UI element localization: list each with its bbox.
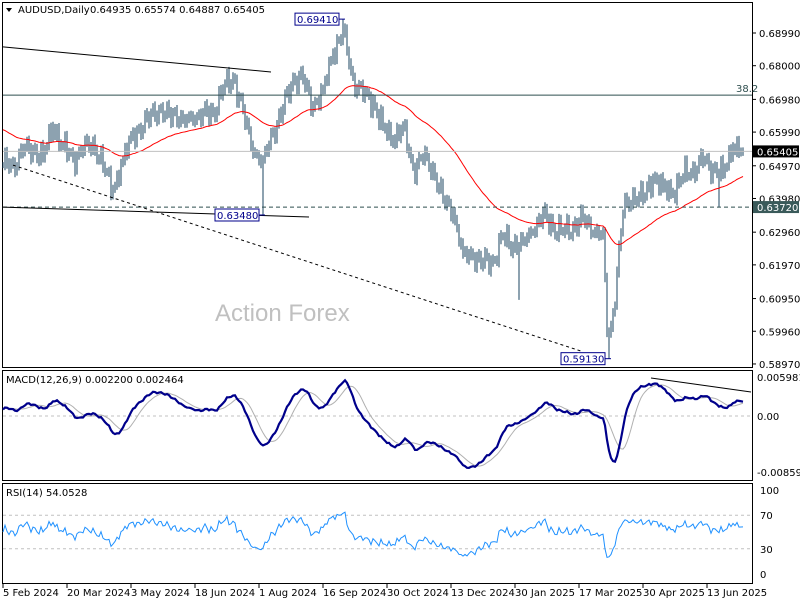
date-axis-label: 16 Sep 2024 — [323, 588, 386, 599]
date-axis-label: 20 Mar 2024 — [67, 588, 130, 599]
date-axis-label: 13 Jun 2025 — [707, 588, 767, 599]
symbol-title: AUDUSD,Daily — [18, 5, 90, 16]
price-axis-label: 0.65990 — [759, 128, 800, 139]
date-axis-label: 30 Jan 2025 — [515, 588, 575, 599]
price-marker-label: 0.63720 — [757, 203, 798, 214]
price-annotation-label: 0.59130 — [563, 355, 604, 366]
date-axis-label: 13 Dec 2024 — [451, 588, 515, 599]
price-annotation-label: 0.69410 — [297, 15, 338, 26]
price-axis-label: 0.66980 — [759, 95, 800, 106]
rsi-axis-label: 0 — [760, 570, 766, 581]
price-axis-label: 0.68990 — [759, 29, 800, 40]
price-axis-label: 0.58970 — [759, 360, 800, 371]
date-axis-label: 18 Jun 2024 — [195, 588, 255, 599]
rsi-title: RSI(14) 54.0528 — [6, 488, 87, 499]
price-axis-label: 0.62960 — [759, 228, 800, 239]
watermark: Action Forex — [215, 300, 350, 327]
rsi-axis-label: 70 — [760, 511, 773, 522]
background — [0, 0, 800, 600]
macd-axis-label: 0.00 — [757, 412, 779, 423]
date-axis-label: 3 May 2024 — [131, 588, 190, 599]
price-axis-label: 0.59960 — [759, 327, 800, 338]
price-axis-label: 0.64970 — [759, 162, 800, 173]
date-axis-label: 30 Apr 2025 — [643, 588, 705, 599]
rsi-axis-label: 100 — [760, 486, 779, 497]
date-axis-label: 17 Mar 2025 — [579, 588, 642, 599]
ohlc-readout: 0.64935 0.65574 0.64887 0.65405 — [90, 5, 265, 16]
macd-axis-label: 0.005981 — [757, 373, 800, 384]
date-axis-label: 1 Aug 2024 — [259, 588, 317, 599]
date-axis-label: 5 Feb 2024 — [3, 588, 59, 599]
rsi-axis-label: 30 — [760, 545, 773, 556]
date-axis-label: 30 Oct 2024 — [387, 588, 449, 599]
fib-38-2-label: 38.2 — [736, 84, 758, 95]
macd-title: MACD(12,26,9) 0.002200 0.002464 — [6, 375, 184, 386]
price-annotation-label: 0.63480 — [217, 211, 258, 222]
price-axis-label: 0.68000 — [759, 62, 800, 73]
macd-axis-label: -0.00859 — [757, 468, 800, 479]
price-axis-label: 0.61970 — [759, 261, 800, 272]
chart-canvas: 38.2 0.69410 0.63480 0.59130 Action Forex 0… — [0, 0, 800, 600]
price-marker-label: 0.65405 — [757, 147, 798, 158]
price-axis-label: 0.60950 — [759, 295, 800, 306]
